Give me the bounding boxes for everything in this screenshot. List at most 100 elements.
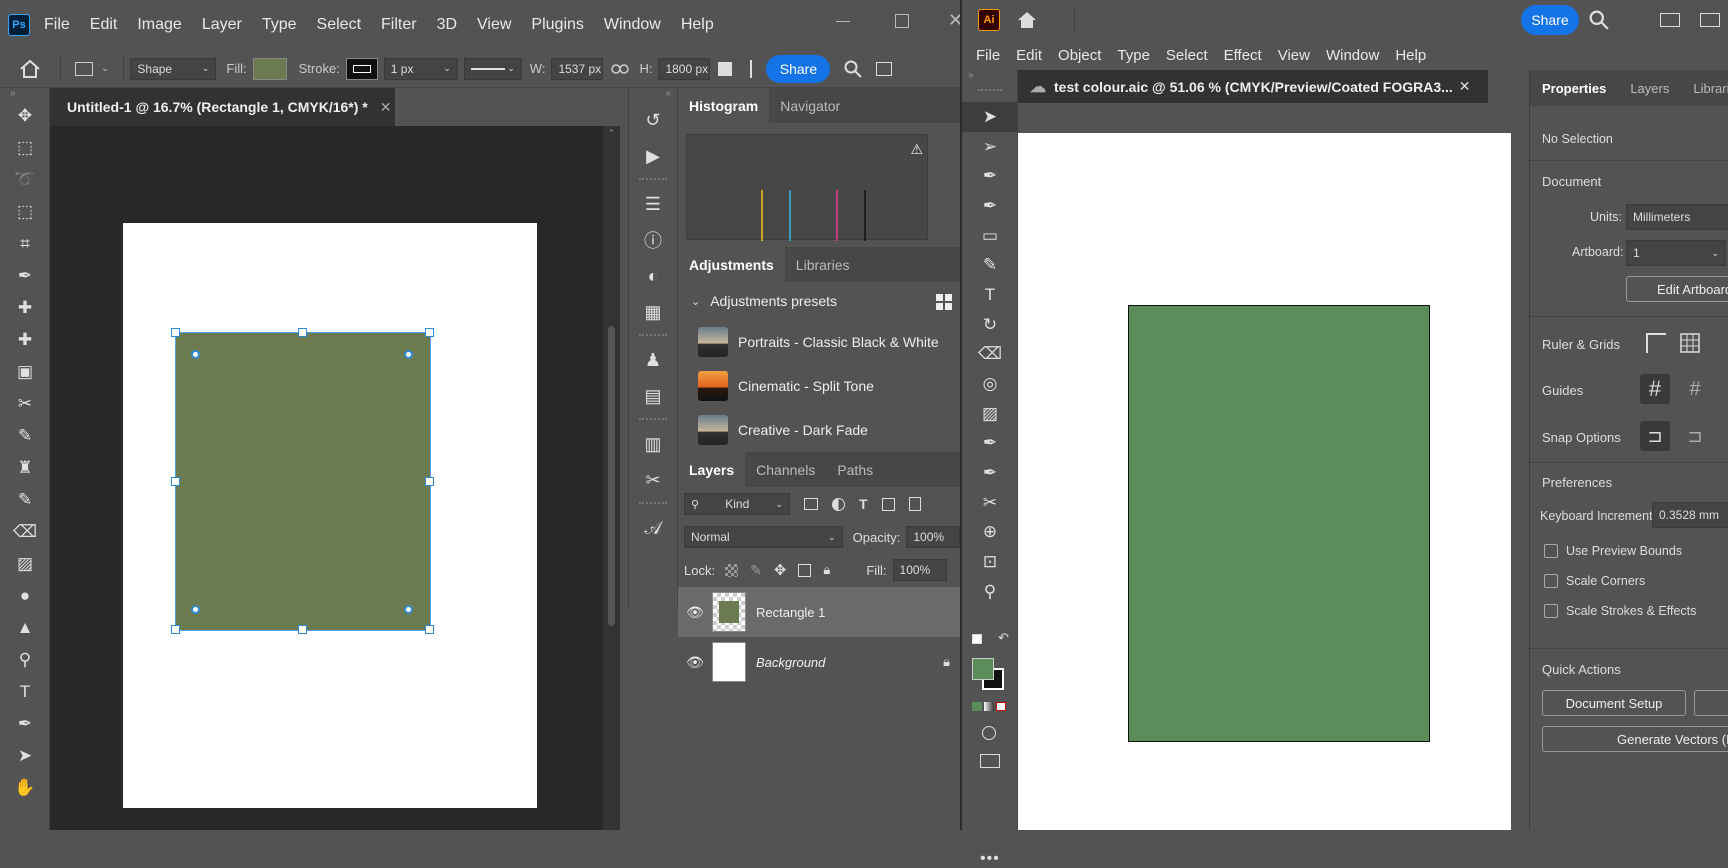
- opacity-field[interactable]: 100%: [906, 526, 960, 548]
- pen-tool-icon[interactable]: ✒: [0, 708, 50, 740]
- stamp-tool-icon[interactable]: ♜: [0, 452, 50, 484]
- screen-mode-icon[interactable]: [980, 754, 1000, 768]
- more-tools-icon[interactable]: •••: [980, 850, 1000, 868]
- pixel-filter-icon[interactable]: [804, 498, 818, 510]
- transform-handle[interactable]: [298, 625, 307, 634]
- transform-handle[interactable]: [298, 328, 307, 337]
- character-style-icon[interactable]: ♟: [629, 342, 677, 378]
- search-icon[interactable]: [1589, 10, 1609, 30]
- color-mode-icons[interactable]: [972, 702, 1006, 711]
- direct-select-icon[interactable]: ➢: [962, 132, 1018, 162]
- document-setup-button[interactable]: Document Setup: [1542, 690, 1686, 716]
- link-icon[interactable]: [611, 63, 630, 75]
- eraser-tool-icon[interactable]: ⌫: [0, 516, 50, 548]
- ai-share-button[interactable]: Share: [1521, 5, 1579, 35]
- ps-menu-item[interactable]: Type: [262, 16, 297, 34]
- ai-menu-item[interactable]: Edit: [1016, 47, 1042, 64]
- minimize-icon[interactable]: [836, 14, 852, 30]
- history-brush-icon[interactable]: ✎: [0, 484, 50, 516]
- ps-menu-item[interactable]: Edit: [90, 16, 118, 34]
- ps-menu-item[interactable]: Layer: [202, 16, 242, 34]
- transform-handle[interactable]: [425, 328, 434, 337]
- units-select[interactable]: Millimeters: [1626, 204, 1728, 230]
- draw-mode-icon[interactable]: [982, 726, 996, 740]
- vertical-scrollbar[interactable]: ⌃: [603, 126, 620, 830]
- lock-guides-icon[interactable]: #: [1680, 374, 1710, 404]
- glyphs-icon[interactable]: 𝒜: [629, 510, 677, 546]
- tab-channels[interactable]: Channels: [745, 452, 826, 487]
- tools-preset-icon[interactable]: ✂: [629, 462, 677, 498]
- lock-all-icon[interactable]: 🔒︎: [823, 562, 830, 578]
- generate-vectors-button[interactable]: Generate Vectors (Beta): [1542, 726, 1728, 752]
- scroll-thumb[interactable]: [608, 326, 615, 626]
- corner-radius-handle[interactable]: [191, 605, 200, 614]
- tab-histogram[interactable]: Histogram: [678, 88, 770, 123]
- paintbrush-tool-icon[interactable]: ✎: [962, 250, 1018, 280]
- path-align-icon[interactable]: [750, 59, 762, 78]
- home-icon[interactable]: [0, 50, 60, 88]
- arrange-documents-icon[interactable]: [1660, 13, 1680, 27]
- type-tool-icon[interactable]: T: [0, 676, 50, 708]
- lock-position-icon[interactable]: ✥: [774, 561, 787, 579]
- ps-menu-item[interactable]: File: [44, 16, 70, 34]
- tab-layers[interactable]: Layers: [1618, 72, 1681, 104]
- swap-colors-icon[interactable]: ↶: [972, 630, 1012, 654]
- play-icon[interactable]: ▶: [629, 138, 677, 174]
- puppet-warp-icon[interactable]: ✂: [962, 488, 1018, 518]
- ps-menu-item[interactable]: Select: [317, 16, 361, 34]
- rectangle-shape[interactable]: [1128, 305, 1430, 742]
- curvature-tool-icon[interactable]: ✒: [962, 191, 1018, 221]
- lock-artboard-icon[interactable]: [798, 563, 812, 577]
- color-icon[interactable]: ◐: [629, 258, 677, 294]
- ai-menu-item[interactable]: View: [1278, 47, 1310, 64]
- adjustment-preset-item[interactable]: Cinematic - Split Tone: [678, 364, 960, 408]
- artboard-tool-icon[interactable]: ⊡: [962, 547, 1018, 577]
- transform-handle[interactable]: [425, 477, 434, 486]
- tab-libraries[interactable]: Libraries: [1681, 72, 1728, 104]
- ps-menu-item[interactable]: Plugins: [531, 16, 583, 34]
- type-tool-icon[interactable]: T: [962, 280, 1018, 310]
- edit-artboards-button[interactable]: Edit Artboards: [1626, 276, 1728, 302]
- bandage-icon[interactable]: ✚: [0, 324, 50, 356]
- smart-object-filter-icon[interactable]: [908, 497, 921, 511]
- selection-tool-icon[interactable]: ➤: [962, 102, 1018, 132]
- ai-menu-item[interactable]: Effect: [1224, 47, 1262, 64]
- snap-to-pixel-icon[interactable]: ⊐: [1680, 421, 1710, 451]
- properties-icon[interactable]: ☰: [629, 186, 677, 222]
- maximize-icon[interactable]: [895, 14, 909, 28]
- panels-icon[interactable]: [1700, 13, 1720, 27]
- workspace-icon[interactable]: [876, 61, 893, 76]
- hand-tool-icon[interactable]: ✋: [0, 772, 50, 804]
- ruler-icon[interactable]: [1646, 333, 1666, 353]
- puppet-warp-icon[interactable]: ✂: [0, 388, 50, 420]
- eyedropper-icon[interactable]: ✒: [0, 260, 50, 292]
- ai-artboard[interactable]: [1018, 133, 1511, 830]
- secondary-action-button[interactable]: [1694, 690, 1728, 716]
- path-ops-icon[interactable]: [718, 61, 733, 76]
- preference-checkbox-row[interactable]: Scale Strokes & Effects: [1544, 596, 1696, 626]
- preference-checkbox-row[interactable]: Use Preview Bounds: [1544, 536, 1696, 566]
- ai-menu-item[interactable]: Select: [1166, 47, 1208, 64]
- keyboard-increment-field[interactable]: 0.3528 mm: [1652, 502, 1728, 528]
- adjustment-preset-item[interactable]: Creative - Dark Fade: [678, 408, 960, 452]
- tab-libraries[interactable]: Libraries: [785, 247, 861, 282]
- transform-handle[interactable]: [171, 477, 180, 486]
- transform-handle[interactable]: [171, 625, 180, 634]
- stroke-swatch[interactable]: [345, 57, 378, 80]
- layer-row[interactable]: 👁︎ Background 🔒︎: [678, 637, 960, 687]
- rectangle-tool-icon[interactable]: ▭: [962, 221, 1018, 251]
- tab-close-icon[interactable]: ✕: [1459, 78, 1471, 95]
- ai-menu-item[interactable]: File: [976, 47, 1000, 64]
- tab-layers[interactable]: Layers: [678, 452, 746, 487]
- tab-navigator[interactable]: Navigator: [769, 88, 851, 123]
- ps-menu-item[interactable]: Window: [604, 16, 661, 34]
- ps-menu-item[interactable]: Filter: [381, 16, 417, 34]
- collapse-icon[interactable]: »: [0, 88, 49, 100]
- ps-menu-item[interactable]: View: [477, 16, 511, 34]
- ai-menu-item[interactable]: Object: [1058, 47, 1101, 64]
- tab-paths[interactable]: Paths: [826, 452, 884, 487]
- corner-radius-handle[interactable]: [191, 350, 200, 359]
- zoom-tool-icon[interactable]: ⚲: [962, 577, 1018, 607]
- ps-menu-item[interactable]: Image: [137, 16, 181, 34]
- crop-tool-icon[interactable]: ⌗: [0, 228, 50, 260]
